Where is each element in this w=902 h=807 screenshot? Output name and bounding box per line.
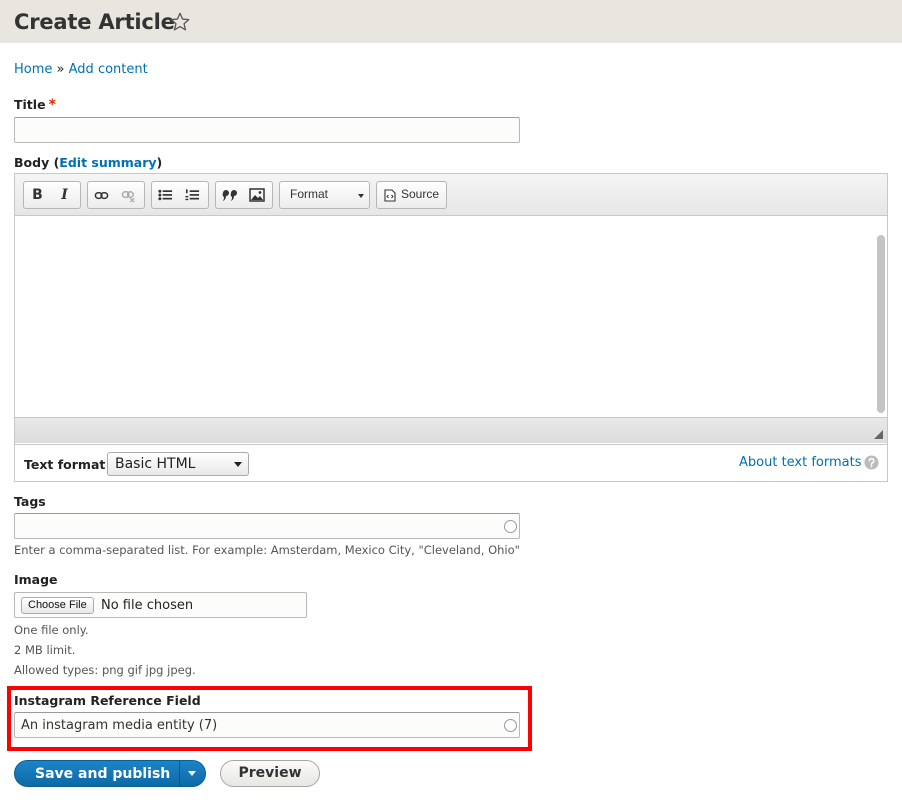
breadcrumb-separator: » [56,62,65,77]
chevron-down-icon[interactable] [188,771,196,776]
breadcrumb-add-content-link[interactable]: Add content [69,62,148,77]
toolbar-group-basic: B I [23,181,81,209]
editor-status-bar [15,417,887,443]
page-title: Create Article [14,10,175,34]
title-label: Title * [14,97,56,113]
body-label: Body (Edit summary) [14,155,162,171]
body-editor: B I Format Source Text format Basic HTML… [14,173,888,482]
required-marker: * [48,97,56,113]
toolbar-group-link [87,181,145,209]
resize-grip-icon[interactable] [874,430,883,439]
text-format-label: Text format [24,457,106,472]
chevron-down-icon [358,194,364,198]
chevron-down-icon [234,462,242,467]
blockquote-button[interactable] [216,182,243,208]
page-header: Create Article [0,0,902,43]
image-button[interactable] [243,182,270,208]
body-editing-area[interactable] [15,217,887,417]
edit-summary-link[interactable]: Edit summary [59,155,156,170]
link-icon [94,191,109,199]
instagram-reference-input[interactable] [14,712,520,738]
autocomplete-throbber-icon [504,719,517,732]
text-format-row: Text format Basic HTML About text format… [15,444,887,481]
unlink-icon [121,190,135,202]
tags-input[interactable] [14,513,520,539]
image-file-input[interactable]: Choose File No file chosen [14,592,307,618]
editor-toolbar: B I Format Source [15,174,887,216]
star-outline-icon[interactable] [169,11,191,33]
tags-label: Tags [14,494,46,509]
source-button[interactable]: Source [376,181,447,209]
image-label: Image [14,572,58,587]
text-format-select[interactable]: Basic HTML [107,452,249,476]
toolbar-group-media [215,181,273,209]
editor-scrollbar[interactable] [877,235,885,413]
title-label-text: Title [14,97,46,112]
image-help-one-file: One file only. [14,623,89,637]
split-divider [179,761,180,786]
save-and-publish-button[interactable]: Save and publish [14,760,206,787]
choose-file-button[interactable]: Choose File [21,597,94,614]
autocomplete-throbber-icon [504,520,517,533]
breadcrumb: Home » Add content [14,61,148,79]
bulleted-list-button[interactable] [152,182,179,208]
help-icon[interactable] [864,455,879,470]
tags-description: Enter a comma-separated list. For exampl… [14,543,520,557]
preview-button[interactable]: Preview [220,760,320,787]
body-close-paren: ) [156,155,163,170]
image-icon [248,188,265,202]
source-icon [384,189,396,202]
bold-button[interactable]: B [24,182,51,208]
format-dropdown[interactable]: Format [279,181,370,209]
image-help-size-limit: 2 MB limit. [14,643,76,657]
no-file-chosen-text: No file chosen [101,598,194,613]
toolbar-group-lists [151,181,209,209]
bulleted-list-icon [158,189,173,201]
format-dropdown-label: Format [290,187,329,201]
source-button-label: Source [401,187,440,201]
about-text-formats-link[interactable]: About text formats [739,455,862,471]
image-help-allowed-types: Allowed types: png gif jpg jpeg. [14,663,196,677]
title-input[interactable] [14,117,520,143]
save-and-publish-label: Save and publish [35,766,171,782]
unlink-button[interactable] [115,182,142,208]
italic-button[interactable]: I [51,182,78,208]
text-format-value: Basic HTML [115,456,196,472]
breadcrumb-home-link[interactable]: Home [14,62,52,77]
link-button[interactable] [88,182,115,208]
blockquote-icon [222,189,237,201]
instagram-label: Instagram Reference Field [14,693,201,708]
numbered-list-button[interactable] [179,182,206,208]
body-label-text: Body [14,155,50,170]
numbered-list-icon [185,189,200,201]
